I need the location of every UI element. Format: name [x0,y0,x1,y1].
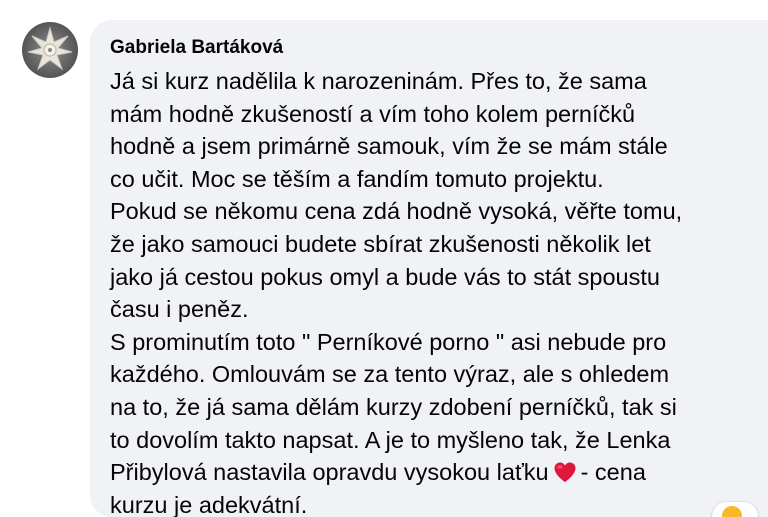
comment-line: mám hodně zkušeností a vím toho kolem pe… [110,100,636,127]
comment-line: každého. Omlouvám se za tento výraz, ale… [110,361,670,388]
comment-line: Já si kurz nadělila k narozeninám. Přes … [110,68,647,94]
comment-line: Pokud se někomu cena zdá hodně vysoká, v… [110,198,683,225]
comment-line: jako já cestou pokus omyl a bude vás to … [110,263,660,290]
comment-author[interactable]: Gabriela Bartáková [110,37,283,59]
comment-line: to dovolím takto napsat. A je to myšleno… [110,426,671,453]
comment-line: S prominutím toto " Perníkové porno " as… [110,328,667,355]
comment-line: že jako samouci budete sbírat zkušenosti… [110,230,651,257]
comment-thread: Gabriela Bartáková Já si kurz nadělila k… [0,0,768,517]
heart-emoji-icon [554,462,576,483]
comment-line-with-heart: Přibylová nastavila opravdu vysokou laťk… [110,456,750,489]
comment-line: času i peněz. [110,296,249,323]
comment-line: na to, že já sama dělám kurzy zdobení pe… [110,393,677,420]
gingerbread-star-icon [27,26,73,71]
comment-line: hodně a jsem primárně samouk, vím že se … [110,133,668,160]
comment-line: co učit. Moc se těším a fandím tomuto pr… [110,165,604,192]
heart-line-suffix: - cena [580,459,646,486]
reaction-summary[interactable] [712,502,758,517]
laugh-reaction-icon [722,506,742,517]
comment-line: kurzu je adekvátní. [110,491,308,517]
avatar[interactable] [22,22,78,78]
comment-text: Já si kurz nadělila k narozeninám. Přes … [110,65,750,517]
comment-bubble: Gabriela Bartáková Já si kurz nadělila k… [90,20,768,517]
heart-line-prefix: Přibylová nastavila opravdu vysokou laťk… [110,459,549,486]
previous-comment-fragment [320,0,360,4]
